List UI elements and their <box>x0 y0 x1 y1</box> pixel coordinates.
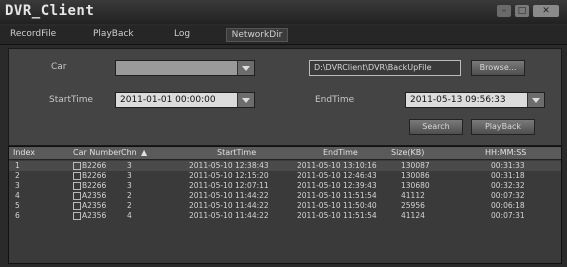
maximize-icon: □ <box>517 6 527 16</box>
end-time-value: 2011-05-13 09:56:33 <box>410 95 506 105</box>
menu-networkdir[interactable]: NetworkDir <box>226 28 288 42</box>
menu-log[interactable]: Log <box>174 29 190 39</box>
car-select[interactable] <box>115 60 255 76</box>
car-plate-icon <box>73 192 81 200</box>
row-chn: 3 <box>127 181 132 190</box>
car-label: Car <box>51 62 67 72</box>
record-table: Index Car Number Chn ▲ StartTime EndTime… <box>8 146 562 264</box>
row-size: 41124 <box>401 211 425 220</box>
path-value: D:\DVRClient\DVR\BackUpFile <box>314 63 432 72</box>
row-car-number: A2356 <box>73 191 106 200</box>
row-start-time: 2011-05-10 11:44:22 <box>189 191 269 200</box>
car-plate-icon <box>73 172 81 180</box>
row-duration: 00:07:32 <box>491 191 525 200</box>
row-duration: 00:06:18 <box>491 201 525 210</box>
dvr-client-window: DVR_Client – □ ✕ RecordFile PlayBack Log… <box>0 0 567 267</box>
row-duration: 00:31:33 <box>491 161 525 170</box>
col-duration[interactable]: HH:MM:SS <box>485 148 526 157</box>
row-end-time: 2011-05-10 13:10:16 <box>297 161 377 170</box>
table-row[interactable]: 5 A2356 2 2011-05-10 11:44:22 2011-05-10… <box>9 201 561 211</box>
row-chn: 3 <box>127 171 132 180</box>
row-index: 1 <box>15 161 20 170</box>
calendar-dropdown-icon[interactable] <box>527 93 544 107</box>
row-index: 4 <box>15 191 20 200</box>
row-start-time: 2011-05-10 11:44:22 <box>189 211 269 220</box>
row-end-time: 2011-05-10 12:39:43 <box>297 181 377 190</box>
table-row[interactable]: 2 B2266 3 2011-05-10 12:15:20 2011-05-10… <box>9 171 561 181</box>
row-chn: 3 <box>127 161 132 170</box>
start-time-value: 2011-01-01 00:00:00 <box>120 95 216 105</box>
row-chn: 4 <box>127 211 132 220</box>
title-bar: DVR_Client – □ ✕ <box>0 0 567 24</box>
row-size: 130086 <box>401 171 430 180</box>
col-start-time[interactable]: StartTime <box>217 148 256 157</box>
row-car-number: A2356 <box>73 201 106 210</box>
row-size: 130680 <box>401 181 430 190</box>
table-row[interactable]: 1 B2266 3 2011-05-10 12:38:43 2011-05-10… <box>9 161 561 171</box>
minimize-icon: – <box>501 6 507 16</box>
row-car-number: A2356 <box>73 211 106 220</box>
table-header: Index Car Number Chn ▲ StartTime EndTime… <box>9 147 561 160</box>
row-start-time: 2011-05-10 12:15:20 <box>189 171 269 180</box>
row-size: 130087 <box>401 161 430 170</box>
car-plate-icon <box>73 182 81 190</box>
close-button[interactable]: ✕ <box>533 5 559 17</box>
col-end-time[interactable]: EndTime <box>323 148 358 157</box>
row-duration: 00:32:32 <box>491 181 525 190</box>
row-size: 25956 <box>401 201 425 210</box>
search-button[interactable]: Search <box>409 119 463 135</box>
row-start-time: 2011-05-10 12:38:43 <box>189 161 269 170</box>
row-index: 3 <box>15 181 20 190</box>
row-duration: 00:07:31 <box>491 211 525 220</box>
window-title: DVR_Client <box>5 3 95 19</box>
row-chn: 2 <box>127 191 132 200</box>
col-car-number[interactable]: Car Number <box>73 148 121 157</box>
col-chn[interactable]: Chn <box>121 148 137 157</box>
menu-bar: RecordFile PlayBack Log NetworkDir <box>0 26 567 45</box>
col-size[interactable]: Size(KB) <box>391 148 424 157</box>
close-icon: ✕ <box>542 6 550 16</box>
car-plate-icon <box>73 162 81 170</box>
end-time-label: EndTime <box>315 95 355 105</box>
car-plate-icon <box>73 212 81 220</box>
car-plate-icon <box>73 202 81 210</box>
path-field[interactable]: D:\DVRClient\DVR\BackUpFile <box>309 60 461 76</box>
table-row[interactable]: 3 B2266 3 2011-05-10 12:07:11 2011-05-10… <box>9 181 561 191</box>
row-start-time: 2011-05-10 11:44:22 <box>189 201 269 210</box>
maximize-button[interactable]: □ <box>515 5 529 17</box>
row-index: 2 <box>15 171 20 180</box>
row-end-time: 2011-05-10 11:51:54 <box>297 191 377 200</box>
start-time-label: StartTime <box>49 95 94 105</box>
playback-button[interactable]: PlayBack <box>471 119 535 135</box>
row-end-time: 2011-05-10 11:51:54 <box>297 211 377 220</box>
row-end-time: 2011-05-10 11:50:40 <box>297 201 377 210</box>
menu-recordfile[interactable]: RecordFile <box>10 29 56 39</box>
row-car-number: B2266 <box>73 171 106 180</box>
row-end-time: 2011-05-10 12:46:43 <box>297 171 377 180</box>
row-chn: 2 <box>127 201 132 210</box>
row-car-number: B2266 <box>73 161 106 170</box>
menu-playback[interactable]: PlayBack <box>93 29 134 39</box>
minimize-button[interactable]: – <box>497 5 511 17</box>
row-car-number: B2266 <box>73 181 106 190</box>
browse-button[interactable]: Browse... <box>471 60 525 76</box>
end-time-picker[interactable]: 2011-05-13 09:56:33 <box>405 92 545 108</box>
col-index[interactable]: Index <box>13 148 35 157</box>
row-index: 6 <box>15 211 20 220</box>
chevron-down-icon[interactable] <box>237 61 254 75</box>
table-row[interactable]: 4 A2356 2 2011-05-10 11:44:22 2011-05-10… <box>9 191 561 201</box>
row-start-time: 2011-05-10 12:07:11 <box>189 181 269 190</box>
table-row[interactable]: 6 A2356 4 2011-05-10 11:44:22 2011-05-10… <box>9 211 561 221</box>
calendar-dropdown-icon[interactable] <box>237 93 254 107</box>
row-size: 41112 <box>401 191 425 200</box>
row-index: 5 <box>15 201 20 210</box>
start-time-picker[interactable]: 2011-01-01 00:00:00 <box>115 92 255 108</box>
row-duration: 00:31:18 <box>491 171 525 180</box>
search-panel: Car D:\DVRClient\DVR\BackUpFile Browse..… <box>8 48 562 146</box>
sort-arrow-icon: ▲ <box>141 148 148 157</box>
